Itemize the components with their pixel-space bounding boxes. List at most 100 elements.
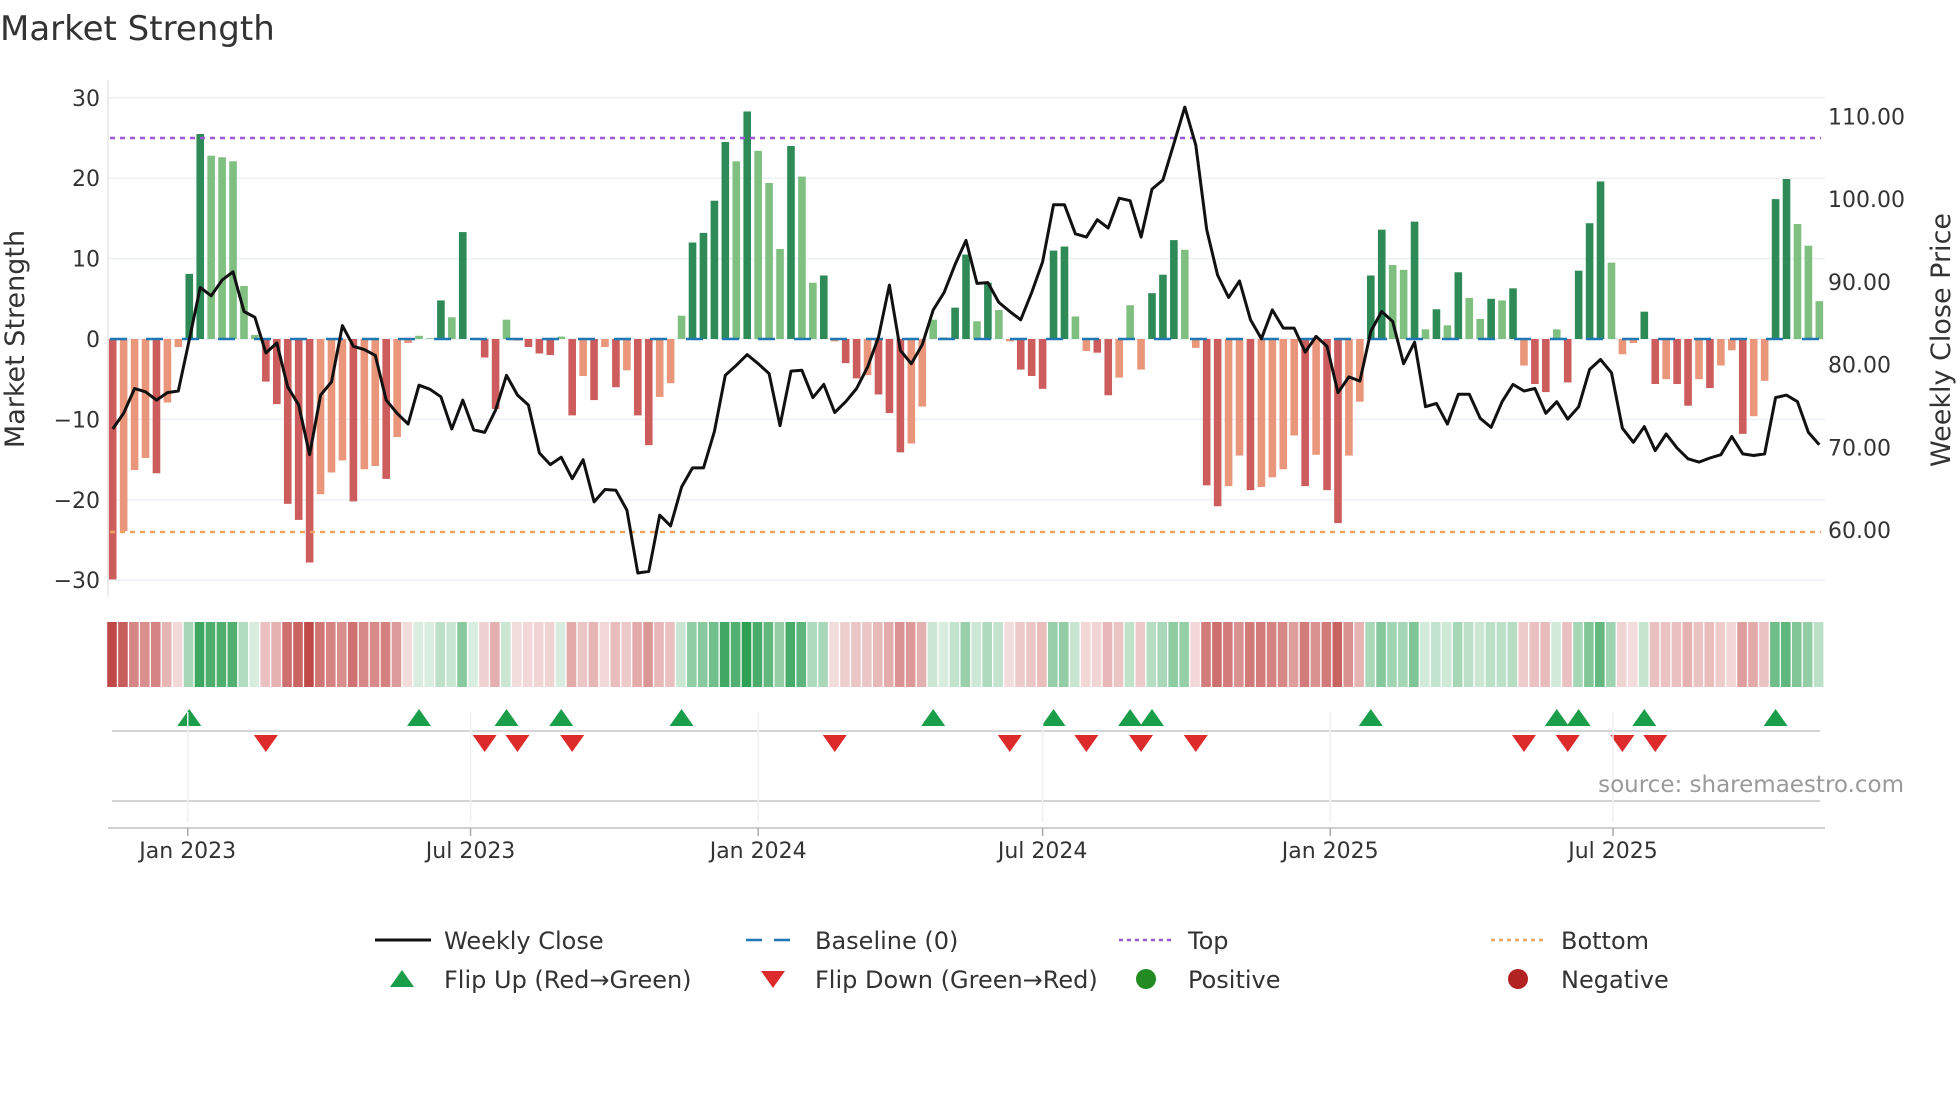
heat-cell: [1452, 622, 1463, 687]
y-tick-label: −10: [54, 408, 100, 433]
y2-tick-label: 70.00: [1828, 436, 1891, 461]
negative-bar: [1673, 339, 1681, 385]
negative-bar: [1191, 339, 1200, 348]
heat-cell: [1310, 622, 1321, 687]
flip-down-marker: [1183, 735, 1208, 752]
heat-cell: [1518, 622, 1529, 687]
x-tick-label: Jul 2024: [996, 839, 1088, 864]
negative-bar: [130, 339, 139, 471]
heat-cell: [1573, 622, 1583, 687]
flip-up-marker: [1041, 709, 1066, 726]
positive-bar: [1421, 329, 1430, 339]
flip-down-marker: [505, 735, 530, 752]
negative-bar: [590, 339, 598, 401]
legend-item-flip-up: Flip Up (Red→Green): [390, 966, 692, 994]
negative-bar: [1706, 339, 1714, 389]
heat-cell: [1212, 622, 1222, 687]
heat-cell: [1463, 622, 1474, 687]
strength-heat-strip: [107, 622, 1824, 687]
heat-cell: [1649, 622, 1660, 687]
positive-bar: [1574, 270, 1583, 339]
source-credit: source: sharemaestro.com: [1598, 772, 1904, 798]
flip-up-marker: [1358, 709, 1383, 726]
negative-bar: [852, 339, 861, 379]
heat-cell: [1321, 622, 1332, 687]
heat-cell: [883, 622, 894, 687]
heat-cell: [260, 622, 270, 687]
flip-down-marker: [822, 735, 847, 752]
legend: Weekly Close Baseline (0) Top Bottom Flip Up…: [375, 927, 1669, 994]
heat-cell: [533, 622, 544, 687]
heat-cell: [358, 622, 369, 687]
legend-item-bottom: Bottom: [1491, 927, 1649, 955]
y-tick-label: 30: [72, 87, 100, 112]
heat-cell: [1102, 622, 1113, 687]
y-tick-label: −30: [54, 569, 100, 594]
heat-cell: [1113, 622, 1124, 687]
heat-cell: [1802, 622, 1813, 687]
heat-cell: [150, 622, 161, 687]
positive-dot-icon: [1136, 969, 1156, 989]
flip-down-marker: [560, 735, 585, 752]
heat-cell: [905, 622, 916, 687]
y-tick-label: 0: [86, 328, 100, 353]
heat-cell: [227, 622, 238, 687]
heat-cell: [1441, 622, 1452, 687]
negative-bar: [393, 339, 401, 438]
positive-bar: [1804, 245, 1813, 339]
negative-bar: [907, 339, 916, 444]
heat-cell: [1124, 622, 1135, 687]
positive-bar: [1607, 262, 1616, 339]
heat-cell: [1726, 622, 1736, 687]
heat-cell: [807, 622, 817, 687]
heat-cell: [511, 622, 522, 687]
positive-bar: [1443, 325, 1452, 339]
negative-bar: [1137, 339, 1145, 370]
heat-cell: [1179, 622, 1189, 687]
legend-label: Flip Up (Red→Green): [444, 966, 692, 994]
heat-cell: [752, 622, 763, 687]
positive-bar: [1126, 305, 1134, 339]
positive-bar: [951, 307, 959, 339]
heat-cell: [599, 622, 610, 687]
x-tick-label: Jan 2023: [137, 839, 236, 864]
positive-bar: [1465, 297, 1474, 339]
heat-cell: [129, 622, 139, 687]
heat-cell: [1058, 622, 1069, 687]
positive-bar: [1377, 229, 1386, 339]
y2-tick-label: 60.00: [1828, 519, 1891, 544]
negative-bar: [896, 339, 905, 453]
x-tick-label: Jan 2024: [708, 839, 807, 864]
heat-cell: [1759, 622, 1769, 687]
negative-bar: [546, 339, 555, 356]
heat-cell: [205, 622, 216, 687]
y-tick-label: 10: [72, 248, 100, 273]
negative-bar: [568, 339, 576, 416]
negative-bar: [1115, 339, 1123, 378]
heat-cell: [1693, 622, 1704, 687]
heat-cell: [654, 622, 664, 687]
heat-cell: [610, 622, 621, 687]
heat-cell: [249, 622, 260, 687]
positive-bar: [743, 111, 752, 339]
heat-cell: [1201, 622, 1211, 687]
flip-down-marker: [997, 735, 1022, 752]
positive-bar: [721, 142, 730, 339]
heat-cell: [1616, 622, 1627, 687]
heat-cell: [118, 622, 128, 687]
negative-bar: [1717, 339, 1725, 366]
heat-cell: [1420, 622, 1430, 687]
heat-cell: [1409, 622, 1419, 687]
heat-cell: [1299, 622, 1310, 687]
positive-bar: [776, 248, 784, 339]
left-axis-ticks: 30 20 10 0 −10 −20 −30: [54, 87, 100, 594]
positive-bar: [787, 146, 795, 339]
heat-cell: [1354, 622, 1364, 687]
negative-bar: [1301, 339, 1309, 487]
negative-bar: [601, 339, 609, 348]
heat-cell: [1266, 622, 1277, 687]
positive-bar: [820, 275, 828, 339]
negative-dot-icon: [1508, 969, 1528, 989]
heat-cell: [1168, 622, 1178, 687]
heat-cell: [588, 622, 599, 687]
